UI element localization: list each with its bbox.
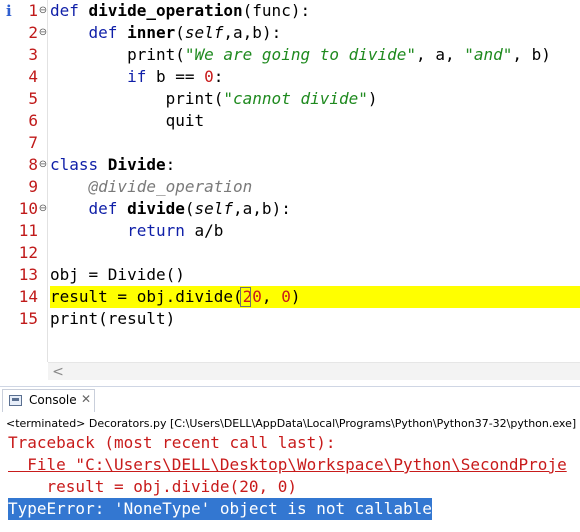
code-line[interactable]: if b == 0: bbox=[50, 66, 580, 88]
code-editor[interactable]: i def divide_operation(func): def inner(… bbox=[0, 0, 580, 362]
line-number: 2 bbox=[28, 23, 38, 42]
code-token: ( bbox=[175, 23, 185, 42]
line-number: 3 bbox=[28, 45, 38, 64]
line-number: 15 bbox=[18, 309, 38, 328]
code-line[interactable]: def inner(self,a,b): bbox=[50, 22, 580, 44]
code-token: self bbox=[194, 199, 234, 218]
tab-console[interactable]: Console ✕ bbox=[2, 389, 95, 412]
line-number: 13 bbox=[18, 265, 38, 284]
code-token: ,a,b): bbox=[223, 23, 282, 42]
code-token: print(result) bbox=[50, 309, 176, 328]
line-number: 9 bbox=[28, 177, 38, 196]
code-token: Divide bbox=[107, 155, 166, 174]
code-token: (func): bbox=[242, 1, 311, 20]
line-number: 6 bbox=[28, 111, 38, 130]
console-file-link[interactable]: File "C:\Users\DELL\Desktop\Workspace\Py… bbox=[8, 454, 566, 476]
code-token: "cannot divide" bbox=[223, 89, 368, 108]
code-token: def bbox=[50, 1, 89, 20]
line-number: 5 bbox=[28, 89, 38, 108]
code-token: "We are going to divide" bbox=[184, 45, 417, 64]
code-token: : bbox=[213, 67, 224, 86]
code-token: return bbox=[50, 221, 195, 240]
code-line[interactable] bbox=[50, 242, 580, 264]
console-view-header: Console ✕ bbox=[0, 386, 580, 412]
code-token: 0 bbox=[204, 67, 214, 86]
code-line[interactable]: def divide(self,a,b): bbox=[50, 198, 580, 220]
code-line[interactable] bbox=[50, 132, 580, 154]
code-token: ,a,b): bbox=[233, 199, 291, 218]
line-number: 14 bbox=[18, 287, 38, 306]
code-token: def bbox=[50, 23, 128, 42]
code-line[interactable]: print("We are going to divide", a, "and"… bbox=[50, 44, 580, 66]
code-token: inner bbox=[127, 23, 176, 42]
close-icon[interactable]: ✕ bbox=[81, 392, 91, 406]
code-token: self bbox=[184, 23, 224, 42]
fold-minus-icon[interactable]: ⊖ bbox=[38, 22, 48, 44]
code-token: b == bbox=[155, 67, 205, 86]
code-token: , b) bbox=[512, 45, 551, 64]
code-line[interactable]: def divide_operation(func): bbox=[50, 0, 580, 22]
code-line[interactable]: print("cannot divide") bbox=[50, 88, 580, 110]
code-token: def bbox=[50, 199, 128, 218]
code-token: divide_operation bbox=[88, 1, 243, 20]
scroll-left-arrow-icon[interactable]: < bbox=[52, 364, 64, 380]
fold-minus-icon[interactable]: ⊖ bbox=[38, 154, 48, 176]
line-number: 7 bbox=[28, 133, 38, 152]
code-line[interactable]: class Divide: bbox=[50, 154, 580, 176]
console-error-line-selected[interactable]: TypeError: 'NoneType' object is not call… bbox=[8, 498, 432, 520]
code-token: obj = Divide() bbox=[50, 265, 185, 284]
line-number: 1 bbox=[28, 1, 38, 20]
line-number: 10 bbox=[18, 199, 38, 218]
code-token: "and" bbox=[464, 45, 513, 64]
code-token: quit bbox=[50, 111, 205, 130]
console-tab-label: Console bbox=[29, 393, 77, 407]
code-line[interactable]: return a/b bbox=[50, 220, 580, 242]
code-token: 0 bbox=[281, 287, 291, 306]
code-token: result = obj.divide( bbox=[50, 287, 243, 306]
code-token: a/b bbox=[194, 221, 224, 240]
code-token: divide bbox=[127, 199, 185, 218]
code-line[interactable]: @divide_operation bbox=[50, 176, 580, 198]
code-token: ) bbox=[367, 89, 378, 108]
line-number: 8 bbox=[28, 155, 38, 174]
code-token: ) bbox=[290, 287, 301, 306]
code-token: : bbox=[165, 155, 176, 174]
code-token: ( bbox=[184, 199, 195, 218]
code-line[interactable]: obj = Divide() bbox=[50, 264, 580, 286]
traceback-file-link[interactable]: File "C:\Users\DELL\Desktop\Workspace\Py… bbox=[8, 455, 566, 474]
code-token: print( bbox=[50, 45, 185, 64]
console-output-line: result = obj.divide(20, 0) bbox=[8, 477, 297, 496]
code-line[interactable]: quit bbox=[50, 110, 580, 132]
code-token: , bbox=[261, 287, 282, 306]
code-token: class bbox=[50, 155, 108, 174]
line-number: 11 bbox=[18, 221, 38, 240]
horizontal-scrollbar[interactable]: < bbox=[48, 362, 580, 380]
code-token: print( bbox=[50, 89, 224, 108]
code-line[interactable]: print(result) bbox=[50, 308, 580, 330]
gutter-divider bbox=[47, 0, 48, 362]
code-token: @divide_operation bbox=[50, 177, 253, 196]
code-token: , a, bbox=[416, 45, 465, 64]
fold-minus-icon[interactable]: ⊖ bbox=[38, 0, 48, 22]
fold-minus-icon[interactable]: ⊖ bbox=[38, 198, 48, 220]
code-token: if bbox=[50, 67, 156, 86]
console-status-line: <terminated> Decorators.py [C:\Users\DEL… bbox=[6, 417, 577, 430]
console-output-line: Traceback (most recent call last): bbox=[8, 433, 336, 452]
bracket-match-box bbox=[240, 287, 251, 307]
console-icon-screen bbox=[12, 398, 19, 401]
line-number: 12 bbox=[18, 243, 38, 262]
line-number: 4 bbox=[28, 67, 38, 86]
console-icon bbox=[9, 395, 22, 406]
code-line-current[interactable]: result = obj.divide(20, 0) bbox=[50, 286, 580, 308]
